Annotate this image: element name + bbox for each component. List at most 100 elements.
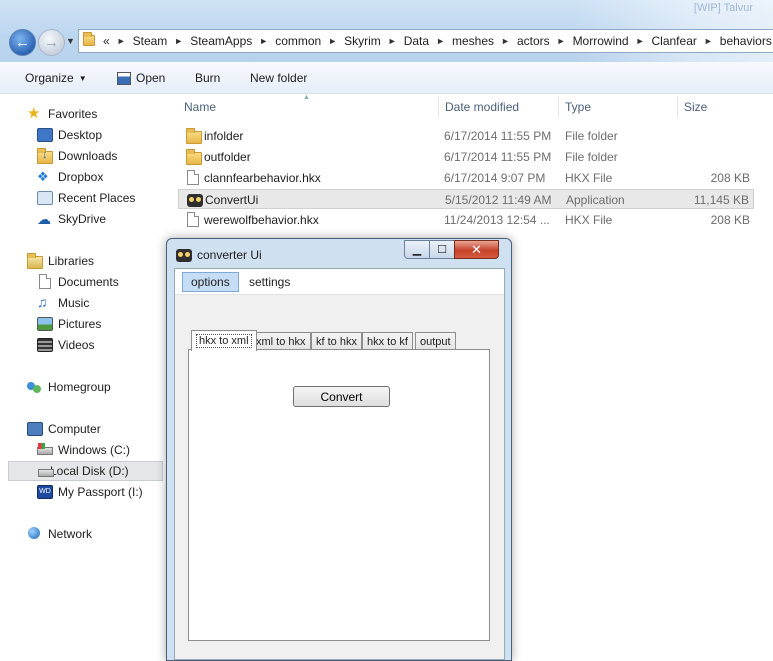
back-button[interactable]: ← [9, 29, 36, 56]
breadcrumb-meshes[interactable]: meshes [452, 34, 494, 48]
nav-dropbox-label: Dropbox [58, 170, 104, 184]
tab-panel-hkx-to-xml: Convert [188, 349, 490, 641]
downloads-icon: ↓ [37, 148, 53, 164]
nav-documents[interactable]: Documents [0, 272, 119, 292]
nav-dropbox[interactable]: ❖ Dropbox [0, 167, 103, 187]
computer-icon [27, 422, 43, 436]
breadcrumb-steamapps[interactable]: SteamApps [190, 34, 252, 48]
tab-hkx-to-xml[interactable]: hkx to xml [191, 330, 257, 351]
address-bar[interactable]: « ► Steam ► SteamApps ► common ► Skyrim … [78, 29, 773, 53]
external-drive-icon: WD [37, 485, 53, 499]
menu-options[interactable]: options [182, 272, 239, 292]
chevron-right-icon[interactable]: ► [636, 36, 645, 46]
arrow-left-icon: ← [15, 34, 30, 51]
nav-local-disk-d[interactable]: Local Disk (D:) [8, 461, 163, 481]
nav-network[interactable]: Network [0, 524, 92, 544]
background-window-text: [WIP] Talvur [693, 2, 753, 14]
breadcrumb-morrowind[interactable]: Morrowind [573, 34, 629, 48]
file-type: File folder [565, 150, 618, 164]
nav-music[interactable]: ♫ Music [0, 293, 89, 313]
file-date: 6/17/2014 11:55 PM [444, 150, 552, 164]
file-row[interactable]: outfolder 6/17/2014 11:55 PM File folder [178, 147, 754, 167]
star-icon: ★ [27, 105, 41, 122]
application-icon [117, 71, 131, 85]
tab-output[interactable]: output [415, 332, 456, 350]
close-button[interactable]: ✕ [454, 240, 499, 259]
chevron-right-icon[interactable]: ► [704, 36, 713, 46]
nav-videos[interactable]: Videos [0, 335, 94, 355]
nav-computer[interactable]: Computer [0, 419, 101, 439]
nav-my-passport-label: My Passport (I:) [58, 485, 143, 499]
chevron-right-icon[interactable]: ► [557, 36, 566, 46]
file-row[interactable]: werewolfbehavior.hkx 11/24/2013 12:54 ..… [178, 210, 754, 230]
file-size: 208 KB [710, 213, 750, 227]
organize-button[interactable]: Organize ▼ [25, 71, 87, 85]
chevron-right-icon[interactable]: ► [174, 36, 183, 46]
breadcrumb-data[interactable]: Data [404, 34, 429, 48]
breadcrumb-steam[interactable]: Steam [133, 34, 168, 48]
nav-windows-c[interactable]: Windows (C:) [0, 440, 130, 460]
minimize-button[interactable]: ▁ [404, 240, 430, 259]
windows-drive-icon [37, 443, 53, 458]
recent-pages-dropdown[interactable]: ▼ [66, 36, 75, 46]
breadcrumb-clanfear[interactable]: Clanfear [652, 34, 697, 48]
file-date: 6/17/2014 9:07 PM [444, 171, 546, 185]
nav-libraries[interactable]: Libraries [0, 251, 94, 271]
file-type: Application [566, 193, 625, 207]
command-bar: Organize ▼ Open Burn New folder [0, 62, 773, 94]
nav-downloads[interactable]: ↓ Downloads [0, 146, 117, 166]
chevron-right-icon[interactable]: ► [501, 36, 510, 46]
navigation-pane: ★ Favorites Desktop ↓ Downloads ❖ Dropbo… [0, 94, 170, 661]
homegroup-icon [27, 380, 43, 394]
nav-pictures[interactable]: Pictures [0, 314, 101, 334]
tab-hkx-to-kf[interactable]: hkx to kf [362, 332, 413, 350]
nav-homegroup[interactable]: Homegroup [0, 377, 111, 397]
file-name: clannfearbehavior.hkx [204, 171, 321, 185]
chevron-right-icon[interactable]: ► [388, 36, 397, 46]
tab-kf-to-hkx[interactable]: kf to hkx [311, 332, 362, 350]
folder-icon [186, 149, 202, 165]
chevron-right-icon[interactable]: ► [259, 36, 268, 46]
tab-output-label: output [420, 335, 451, 348]
chevron-right-icon: ► [116, 36, 126, 46]
open-button[interactable]: Open [117, 71, 165, 85]
breadcrumb-actors[interactable]: actors [517, 34, 550, 48]
breadcrumb-skyrim[interactable]: Skyrim [344, 34, 381, 48]
file-name: outfolder [204, 150, 251, 164]
nav-local-disk-d-label: Local Disk (D:) [50, 464, 129, 478]
nav-recent-places[interactable]: Recent Places [0, 188, 135, 208]
column-header-date[interactable]: Date modified [439, 96, 559, 118]
file-row[interactable]: clannfearbehavior.hkx 6/17/2014 9:07 PM … [178, 168, 754, 188]
nav-network-label: Network [48, 527, 93, 541]
breadcrumb-overflow[interactable]: « [103, 34, 110, 48]
nav-skydrive[interactable]: ☁ SkyDrive [0, 209, 106, 229]
file-row[interactable]: infolder 6/17/2014 11:55 PM File folder [178, 126, 754, 146]
column-header-size[interactable]: Size [678, 96, 773, 118]
new-folder-button[interactable]: New folder [250, 71, 307, 85]
folder-icon [186, 128, 202, 144]
chevron-right-icon[interactable]: ► [436, 36, 445, 46]
nav-desktop[interactable]: Desktop [0, 125, 102, 145]
convert-button[interactable]: Convert [293, 386, 390, 407]
maximize-button[interactable]: ☐ [429, 240, 455, 259]
breadcrumb-common[interactable]: common [275, 34, 321, 48]
file-row-selected[interactable]: ConvertUi 5/15/2012 11:49 AM Application… [178, 189, 754, 209]
column-type-label: Type [565, 100, 592, 114]
tab-xml-to-hkx[interactable]: xml to hkx [251, 332, 311, 350]
breadcrumb-behaviors[interactable]: behaviors [720, 34, 772, 48]
nav-videos-label: Videos [58, 338, 95, 352]
column-header-type[interactable]: Type [559, 96, 678, 118]
nav-favorites[interactable]: ★ Favorites [0, 104, 97, 124]
nav-my-passport[interactable]: WD My Passport (I:) [0, 482, 143, 502]
column-header-name[interactable]: Name [178, 96, 439, 118]
menu-settings[interactable]: settings [241, 272, 298, 292]
recent-places-icon [37, 191, 53, 205]
file-type: HKX File [565, 171, 613, 185]
chevron-right-icon[interactable]: ► [328, 36, 337, 46]
column-name-label: Name [184, 100, 217, 114]
file-date: 6/17/2014 11:55 PM [444, 129, 552, 143]
file-name: werewolfbehavior.hkx [204, 213, 319, 227]
document-icon [186, 170, 200, 186]
burn-button[interactable]: Burn [195, 71, 220, 85]
forward-button[interactable]: → [38, 29, 65, 56]
